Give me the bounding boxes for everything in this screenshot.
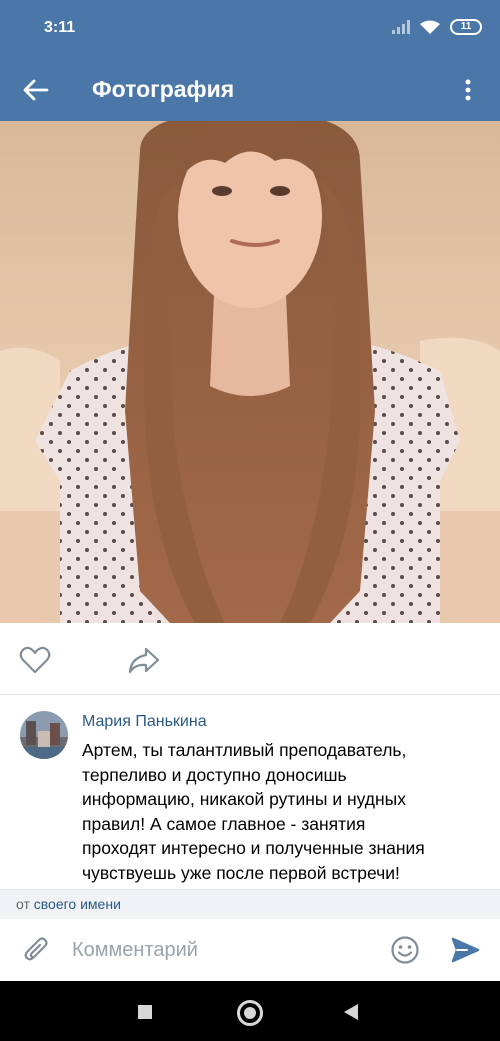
comment-line: информацию, никакой рутины и нудных [82, 789, 407, 809]
comment-text: Артем, ты талантливый преподаватель, тер… [82, 738, 482, 885]
photo-actions [0, 623, 500, 695]
send-button[interactable] [450, 935, 480, 965]
status-icons: 11 [392, 17, 482, 37]
circle-home-icon[interactable] [237, 1000, 263, 1026]
comment-item: Мария Панькина Артем, ты талантливый пре… [0, 696, 500, 889]
attach-button[interactable] [22, 935, 52, 965]
square-recents-icon[interactable] [138, 1005, 152, 1019]
comment-input-bar [0, 919, 500, 981]
avatar-image [20, 711, 68, 759]
status-time: 3:11 [44, 19, 76, 36]
more-vertical-icon [465, 79, 471, 101]
signal-icon [392, 20, 410, 34]
page-title: Фотография [92, 76, 235, 102]
from-name-link[interactable]: своего имени [34, 896, 121, 912]
triangle-back-icon[interactable] [344, 1004, 358, 1020]
portrait-photo [0, 121, 500, 623]
back-button[interactable] [14, 68, 58, 112]
share-button[interactable] [126, 643, 162, 677]
share-arrow-icon [128, 647, 160, 674]
wifi-icon [420, 20, 440, 34]
status-bar: 3:11 11 [0, 0, 500, 58]
avatar[interactable] [20, 711, 68, 759]
battery-icon: 11 [450, 19, 482, 35]
smiley-icon [391, 936, 419, 964]
system-nav-bar [0, 981, 500, 1041]
comment-line: терпеливо и доступно доносишь [82, 764, 347, 785]
heart-outline-icon [19, 646, 51, 674]
comment-line: правил! А самое главное - занятия [82, 813, 366, 834]
comment-author[interactable]: Мария Панькина [82, 713, 207, 731]
from-prefix: от [16, 896, 30, 912]
send-icon [451, 937, 480, 963]
comment-line: проходят интересно и полученные знания [82, 838, 425, 858]
comment-input[interactable] [72, 933, 372, 967]
like-button[interactable] [18, 643, 52, 677]
comment-line: Артем, ты талантливый преподаватель, [82, 740, 407, 760]
paperclip-icon [24, 937, 48, 961]
comment-from-selector[interactable]: от своего имени [0, 889, 500, 919]
app-bar: Фотография [0, 58, 500, 121]
emoji-button[interactable] [390, 935, 420, 965]
arrow-left-icon [23, 79, 49, 101]
photo-viewer[interactable] [0, 121, 500, 623]
more-options-button[interactable] [446, 68, 490, 112]
comment-line: чувствуешь уже после первой встречи! [82, 862, 400, 883]
